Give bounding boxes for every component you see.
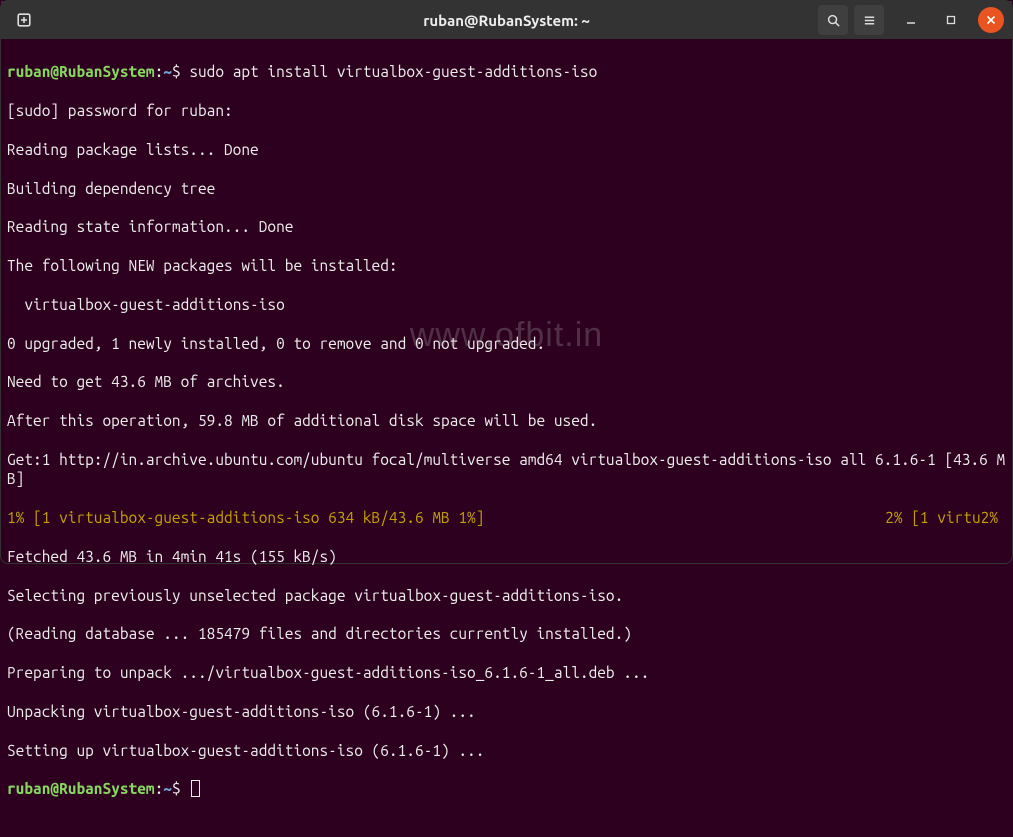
output-line: Building dependency tree bbox=[7, 179, 1006, 198]
output-line: Selecting previously unselected package … bbox=[7, 586, 1006, 605]
titlebar-left-controls bbox=[9, 5, 39, 35]
output-line: Preparing to unpack .../virtualbox-guest… bbox=[7, 663, 1006, 682]
output-line: After this operation, 59.8 MB of additio… bbox=[7, 411, 1006, 430]
output-line: Reading package lists... Done bbox=[7, 140, 1006, 159]
close-button[interactable] bbox=[978, 7, 1004, 33]
output-line: Get:1 http://in.archive.ubuntu.com/ubunt… bbox=[7, 450, 1006, 489]
progress-left: 1% [1 virtualbox-guest-additions-iso 634… bbox=[7, 509, 484, 526]
prompt-user-host: ruban@RubanSystem bbox=[7, 63, 155, 80]
prompt-line-2: ruban@RubanSystem:~$ bbox=[7, 779, 1006, 798]
maximize-button[interactable] bbox=[938, 7, 964, 33]
prompt-user-host: ruban@RubanSystem bbox=[7, 780, 155, 797]
output-line: Unpacking virtualbox-guest-additions-iso… bbox=[7, 702, 1006, 721]
new-tab-button[interactable] bbox=[9, 5, 39, 35]
progress-line: 1% [1 virtualbox-guest-additions-iso 634… bbox=[7, 508, 1006, 527]
window-title: ruban@RubanSystem: ~ bbox=[423, 12, 590, 29]
output-line: Setting up virtualbox-guest-additions-is… bbox=[7, 741, 1006, 760]
minimize-button[interactable] bbox=[898, 7, 924, 33]
hamburger-menu-button[interactable] bbox=[854, 5, 884, 35]
titlebar-right-controls bbox=[818, 5, 1004, 35]
output-line: [sudo] password for ruban: bbox=[7, 101, 1006, 120]
output-line: The following NEW packages will be insta… bbox=[7, 256, 1006, 275]
prompt-line-1: ruban@RubanSystem:~$ sudo apt install vi… bbox=[7, 62, 1006, 81]
command-text: sudo apt install virtualbox-guest-additi… bbox=[189, 63, 597, 80]
output-line: Reading state information... Done bbox=[7, 217, 1006, 236]
output-line: (Reading database ... 185479 files and d… bbox=[7, 624, 1006, 643]
prompt-path: ~ bbox=[163, 63, 172, 80]
output-line: Fetched 43.6 MB in 4min 41s (155 kB/s) bbox=[7, 547, 1006, 566]
terminal-content[interactable]: ruban@RubanSystem:~$ sudo apt install vi… bbox=[1, 39, 1012, 563]
cursor bbox=[191, 780, 200, 797]
search-button[interactable] bbox=[818, 5, 848, 35]
output-line: virtualbox-guest-additions-iso bbox=[7, 295, 1006, 314]
output-line: 0 upgraded, 1 newly installed, 0 to remo… bbox=[7, 334, 1006, 353]
prompt-path: ~ bbox=[163, 780, 172, 797]
window-titlebar: ruban@RubanSystem: ~ bbox=[1, 1, 1012, 39]
progress-right: 2% [1 virtu2% bbox=[885, 508, 998, 527]
output-line: Need to get 43.6 MB of archives. bbox=[7, 372, 1006, 391]
